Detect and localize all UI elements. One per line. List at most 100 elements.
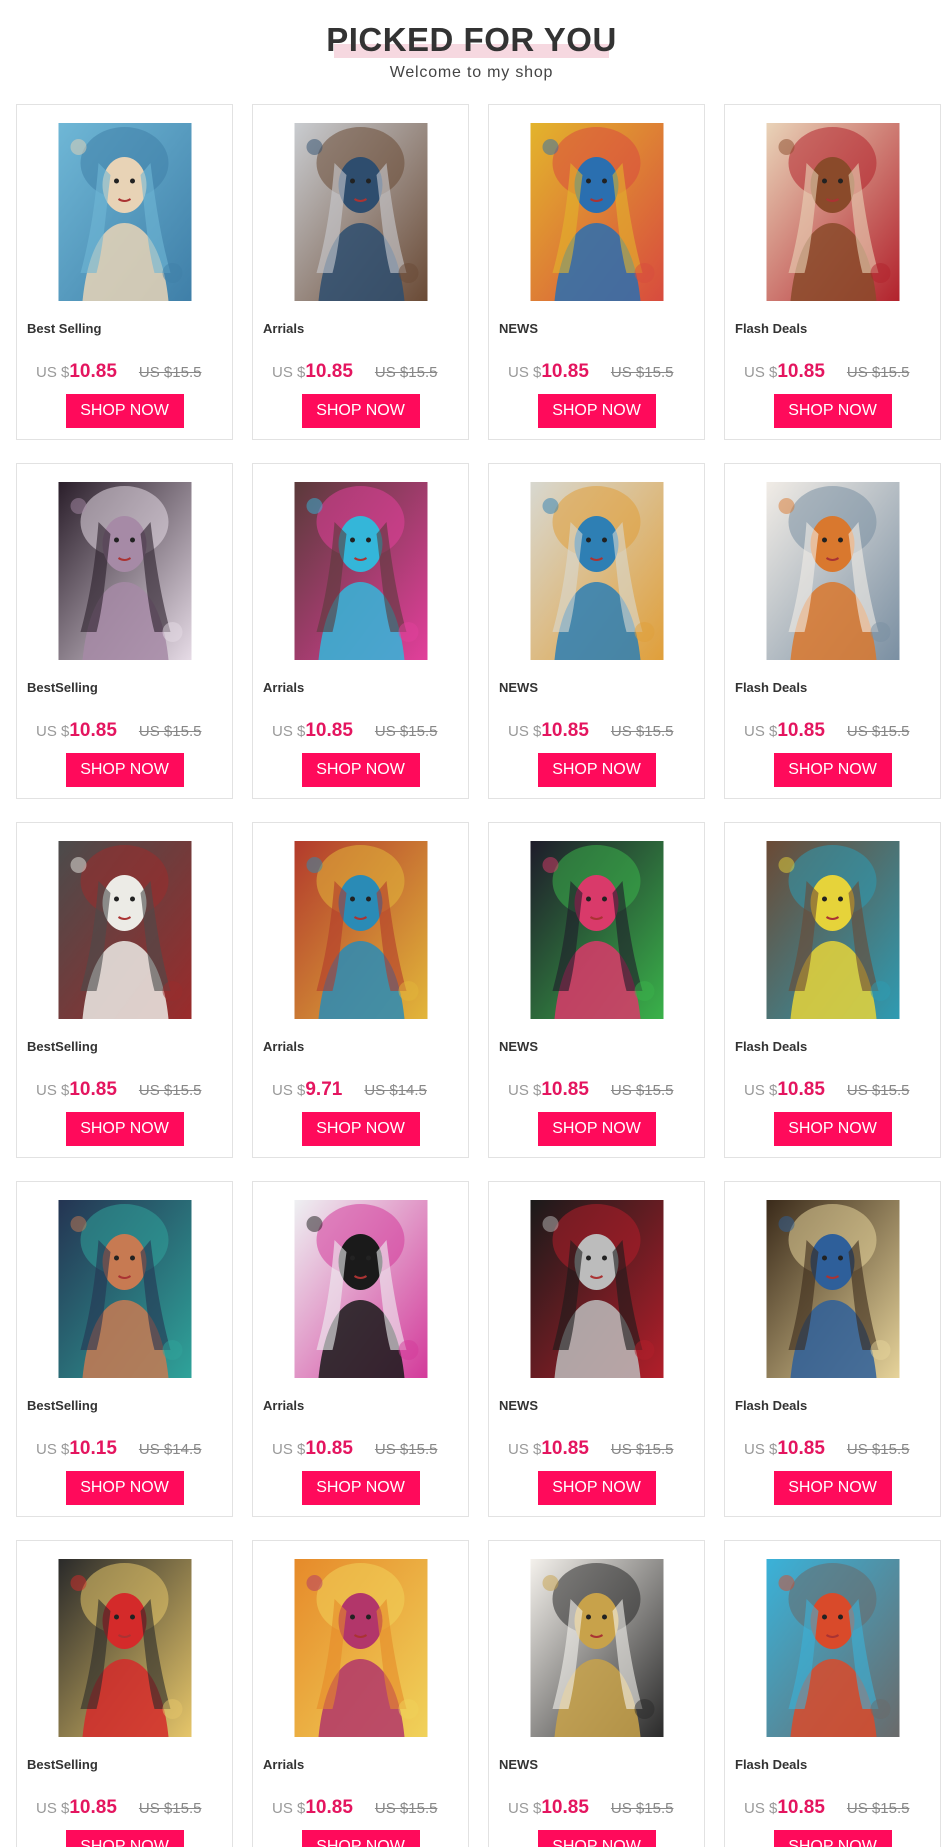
price-value: 10.85 bbox=[541, 1797, 589, 1818]
product-image-painting-woman-colorful-scarf[interactable] bbox=[294, 841, 427, 1019]
product-card[interactable]: NEWS US $10.85 US $15.5 SHOP NOW bbox=[488, 104, 705, 440]
shop-now-button[interactable]: SHOP NOW bbox=[773, 1830, 892, 1847]
product-image-painting-woman-flower-bird[interactable] bbox=[530, 123, 663, 301]
shop-now-button[interactable]: SHOP NOW bbox=[65, 753, 184, 787]
shop-now-button[interactable]: SHOP NOW bbox=[65, 1112, 184, 1146]
product-category: Flash Deals bbox=[735, 1398, 808, 1413]
price-value: 10.85 bbox=[777, 1797, 825, 1818]
price-value: 10.85 bbox=[69, 720, 117, 741]
product-category: BestSelling bbox=[27, 680, 98, 695]
shop-now-button[interactable]: SHOP NOW bbox=[537, 394, 656, 428]
product-image-painting-mother-child-mosaic[interactable] bbox=[294, 1559, 427, 1737]
product-card[interactable]: BestSelling US $10.85 US $15.5 SHOP NOW bbox=[16, 1540, 233, 1847]
shop-now-button[interactable]: SHOP NOW bbox=[65, 394, 184, 428]
shop-now-button[interactable]: SHOP NOW bbox=[537, 1112, 656, 1146]
product-card[interactable]: NEWS US $10.85 US $15.5 SHOP NOW bbox=[488, 463, 705, 799]
product-card[interactable]: Arrials US $10.85 US $15.5 SHOP NOW bbox=[252, 463, 469, 799]
shop-now-button[interactable]: SHOP NOW bbox=[773, 1471, 892, 1505]
product-price: US $10.85 US $15.5 bbox=[744, 361, 909, 383]
shop-now-button[interactable]: SHOP NOW bbox=[301, 1471, 420, 1505]
shop-now-button[interactable]: SHOP NOW bbox=[537, 753, 656, 787]
old-price: US $15.5 bbox=[374, 723, 438, 740]
shop-now-button[interactable]: SHOP NOW bbox=[537, 1471, 656, 1505]
old-price: US $15.5 bbox=[374, 1800, 438, 1817]
shop-now-button[interactable]: SHOP NOW bbox=[65, 1471, 184, 1505]
shop-now-button[interactable]: SHOP NOW bbox=[773, 394, 892, 428]
shop-now-button[interactable]: SHOP NOW bbox=[301, 1830, 420, 1847]
product-category: NEWS bbox=[499, 1039, 538, 1054]
price-currency: US $ bbox=[272, 1441, 306, 1458]
price-value: 10.85 bbox=[777, 361, 825, 382]
old-price: US $15.5 bbox=[846, 723, 910, 740]
product-price: US $10.85 US $15.5 bbox=[508, 1079, 673, 1101]
product-image-painting-woman-white-gold-gown[interactable] bbox=[530, 1559, 663, 1737]
product-card[interactable]: NEWS US $10.85 US $15.5 SHOP NOW bbox=[488, 822, 705, 1158]
price-value: 10.85 bbox=[541, 720, 589, 741]
product-image-painting-skull-couple[interactable] bbox=[530, 1200, 663, 1378]
product-card[interactable]: NEWS US $10.85 US $15.5 SHOP NOW bbox=[488, 1181, 705, 1517]
product-image-painting-girl-sitting-chair[interactable] bbox=[294, 123, 427, 301]
product-image-painting-curly-hair-sunflower[interactable] bbox=[766, 841, 899, 1019]
old-price: US $15.5 bbox=[374, 1441, 438, 1458]
shop-now-button[interactable]: SHOP NOW bbox=[301, 394, 420, 428]
product-price: US $10.85 US $15.5 bbox=[744, 1438, 909, 1460]
product-card[interactable]: Flash Deals US $10.85 US $15.5 SHOP NOW bbox=[724, 1181, 941, 1517]
product-image-painting-woman-red-dress-wine[interactable] bbox=[58, 1559, 191, 1737]
price-currency: US $ bbox=[272, 1082, 306, 1099]
product-card[interactable]: Arrials US $10.85 US $15.5 SHOP NOW bbox=[252, 1181, 469, 1517]
product-image-painting-woman-rose-tattoo[interactable] bbox=[766, 123, 899, 301]
product-category: Arrials bbox=[263, 1757, 305, 1772]
header: PICKED FOR YOU Welcome to my shop bbox=[0, 0, 943, 100]
product-image-painting-girl-blue-pink-hair[interactable] bbox=[294, 482, 427, 660]
old-price: US $15.5 bbox=[138, 1800, 202, 1817]
product-card[interactable]: Best Selling US $10.85 US $15.5 SHOP NOW bbox=[16, 104, 233, 440]
product-card[interactable]: Arrials US $10.85 US $15.5 SHOP NOW bbox=[252, 104, 469, 440]
shop-now-button[interactable]: SHOP NOW bbox=[773, 753, 892, 787]
shop-now-button[interactable]: SHOP NOW bbox=[301, 753, 420, 787]
old-price: US $15.5 bbox=[138, 723, 202, 740]
product-image-painting-face-guitar[interactable] bbox=[294, 1200, 427, 1378]
product-image-painting-woman-blue-dress-lights[interactable] bbox=[766, 1200, 899, 1378]
product-card[interactable]: Flash Deals US $10.85 US $15.5 SHOP NOW bbox=[724, 463, 941, 799]
old-price: US $15.5 bbox=[846, 1800, 910, 1817]
product-price: US $10.85 US $15.5 bbox=[508, 1438, 673, 1460]
product-category: Arrials bbox=[263, 321, 305, 336]
price-currency: US $ bbox=[744, 364, 778, 381]
product-category: NEWS bbox=[499, 321, 538, 336]
shop-now-button[interactable]: SHOP NOW bbox=[65, 1830, 184, 1847]
price-value: 10.85 bbox=[777, 1438, 825, 1459]
product-image-painting-woman-flower-headdress[interactable] bbox=[530, 841, 663, 1019]
product-image-painting-woman-crown-sea[interactable] bbox=[58, 123, 191, 301]
product-card[interactable]: Arrials US $10.85 US $15.5 SHOP NOW bbox=[252, 1540, 469, 1847]
product-card[interactable]: NEWS US $10.85 US $15.5 SHOP NOW bbox=[488, 1540, 705, 1847]
product-card[interactable]: BestSelling US $10.85 US $15.5 SHOP NOW bbox=[16, 463, 233, 799]
product-card[interactable]: Arrials US $9.71 US $14.5 SHOP NOW bbox=[252, 822, 469, 1158]
shop-now-button[interactable]: SHOP NOW bbox=[537, 1830, 656, 1847]
old-price: US $15.5 bbox=[610, 723, 674, 740]
product-image-painting-woman-white-gown[interactable] bbox=[58, 841, 191, 1019]
old-price: US $15.5 bbox=[138, 1082, 202, 1099]
shop-now-button[interactable]: SHOP NOW bbox=[773, 1112, 892, 1146]
product-category: NEWS bbox=[499, 680, 538, 695]
price-value: 10.15 bbox=[69, 1438, 117, 1459]
product-card[interactable]: BestSelling US $10.15 US $14.5 SHOP NOW bbox=[16, 1181, 233, 1517]
product-card[interactable]: Flash Deals US $10.85 US $15.5 SHOP NOW bbox=[724, 822, 941, 1158]
product-image-painting-eagle-woman[interactable] bbox=[530, 482, 663, 660]
shop-now-button[interactable]: SHOP NOW bbox=[301, 1112, 420, 1146]
product-image-painting-woman-reclining-moon[interactable] bbox=[58, 1200, 191, 1378]
product-image-painting-skull-woman-gun[interactable] bbox=[58, 482, 191, 660]
product-price: US $10.85 US $15.5 bbox=[36, 720, 201, 742]
product-card[interactable]: Flash Deals US $10.85 US $15.5 SHOP NOW bbox=[724, 1540, 941, 1847]
product-price: US $10.85 US $15.5 bbox=[744, 720, 909, 742]
product-image-painting-redhead-white-dress[interactable] bbox=[766, 482, 899, 660]
old-price: US $15.5 bbox=[138, 364, 202, 381]
product-card[interactable]: Flash Deals US $10.85 US $15.5 SHOP NOW bbox=[724, 104, 941, 440]
old-price: US $15.5 bbox=[846, 1082, 910, 1099]
product-image-painting-woman-autumn-cup[interactable] bbox=[766, 1559, 899, 1737]
product-category: Arrials bbox=[263, 680, 305, 695]
old-price: US $15.5 bbox=[846, 364, 910, 381]
product-price: US $10.85 US $15.5 bbox=[36, 1797, 201, 1819]
product-card[interactable]: BestSelling US $10.85 US $15.5 SHOP NOW bbox=[16, 822, 233, 1158]
product-price: US $10.85 US $15.5 bbox=[744, 1079, 909, 1101]
product-category: Best Selling bbox=[27, 321, 102, 336]
